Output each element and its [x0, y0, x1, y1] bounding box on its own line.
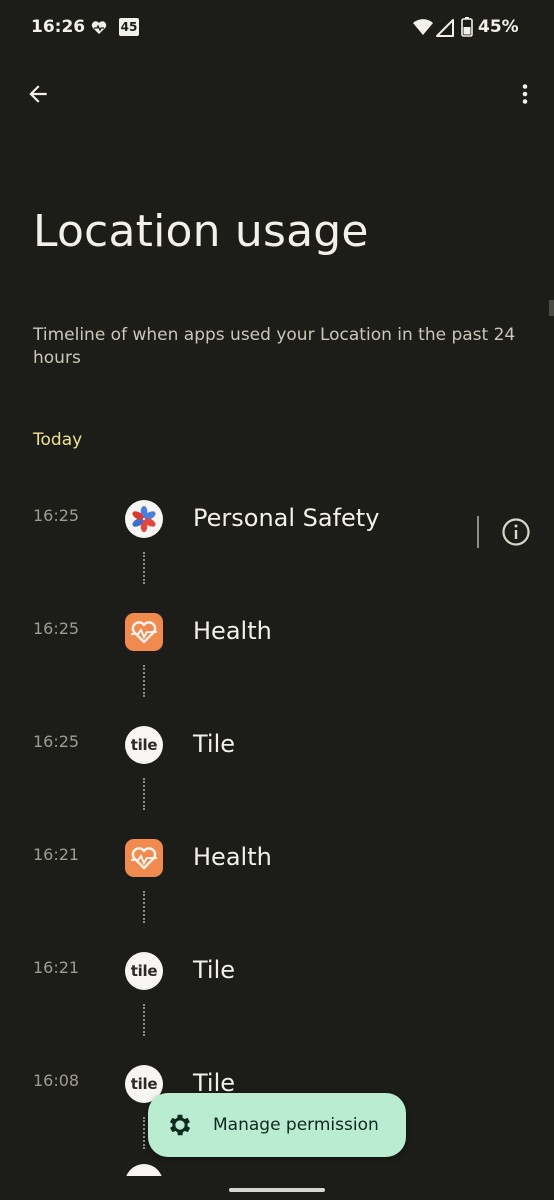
timeline-item[interactable]: 16:25 tile Tile [0, 708, 554, 821]
app-name: Health [193, 617, 272, 645]
more-options-button[interactable] [507, 76, 543, 112]
timeline-item[interactable]: 16:21 tile Tile [0, 934, 554, 1047]
heart-icon [91, 21, 107, 34]
timeline-item[interactable]: 16:25 Health [0, 595, 554, 708]
section-header-today: Today [33, 430, 83, 450]
usage-time: 16:25 [33, 506, 80, 525]
timeline-connector [143, 891, 145, 923]
timeline-connector [143, 552, 145, 584]
page-title: Location usage [33, 206, 369, 257]
app-name: Health [193, 843, 272, 871]
tile-icon [125, 1164, 163, 1176]
manage-permission-label: Manage permission [213, 1115, 379, 1135]
usage-time: 16:21 [33, 958, 80, 977]
more-vert-icon [522, 84, 528, 104]
usage-time: 16:21 [33, 845, 80, 864]
info-icon [502, 518, 530, 546]
timeline-connector [143, 665, 145, 697]
usage-time: 16:25 [33, 619, 80, 638]
gear-icon [169, 1114, 191, 1136]
back-button[interactable] [20, 76, 56, 112]
arrow-back-icon [29, 85, 47, 103]
timeline-connector [143, 778, 145, 810]
scrollbar[interactable] [549, 300, 554, 316]
health-icon [125, 839, 163, 877]
battery-percentage: 45% [478, 17, 519, 37]
notification-badge: 45 [119, 18, 139, 36]
manage-permission-button[interactable]: Manage permission [148, 1093, 406, 1157]
page-description: Timeline of when apps used your Location… [33, 325, 516, 368]
health-icon [125, 613, 163, 651]
timeline-item[interactable]: 16:25 Personal Safety [0, 482, 554, 595]
app-name: Tile [193, 730, 236, 758]
row-divider [477, 516, 479, 548]
timeline-connector [143, 1004, 145, 1036]
home-indicator[interactable] [229, 1188, 325, 1192]
wifi-icon [413, 19, 433, 35]
info-button[interactable] [500, 516, 532, 548]
tile-icon: tile [125, 726, 163, 764]
timeline-item[interactable]: 16:21 Health [0, 821, 554, 934]
status-time: 16:26 [31, 17, 86, 37]
tile-icon: tile [125, 952, 163, 990]
app-name: Tile [193, 956, 236, 984]
signal-icon [436, 19, 454, 37]
status-bar: 16:26 45 45% [0, 0, 554, 56]
personal-safety-icon [125, 500, 163, 538]
usage-time: 16:08 [33, 1071, 80, 1090]
usage-time: 16:25 [33, 732, 80, 751]
app-name: Personal Safety [193, 504, 380, 532]
battery-icon [461, 17, 473, 37]
